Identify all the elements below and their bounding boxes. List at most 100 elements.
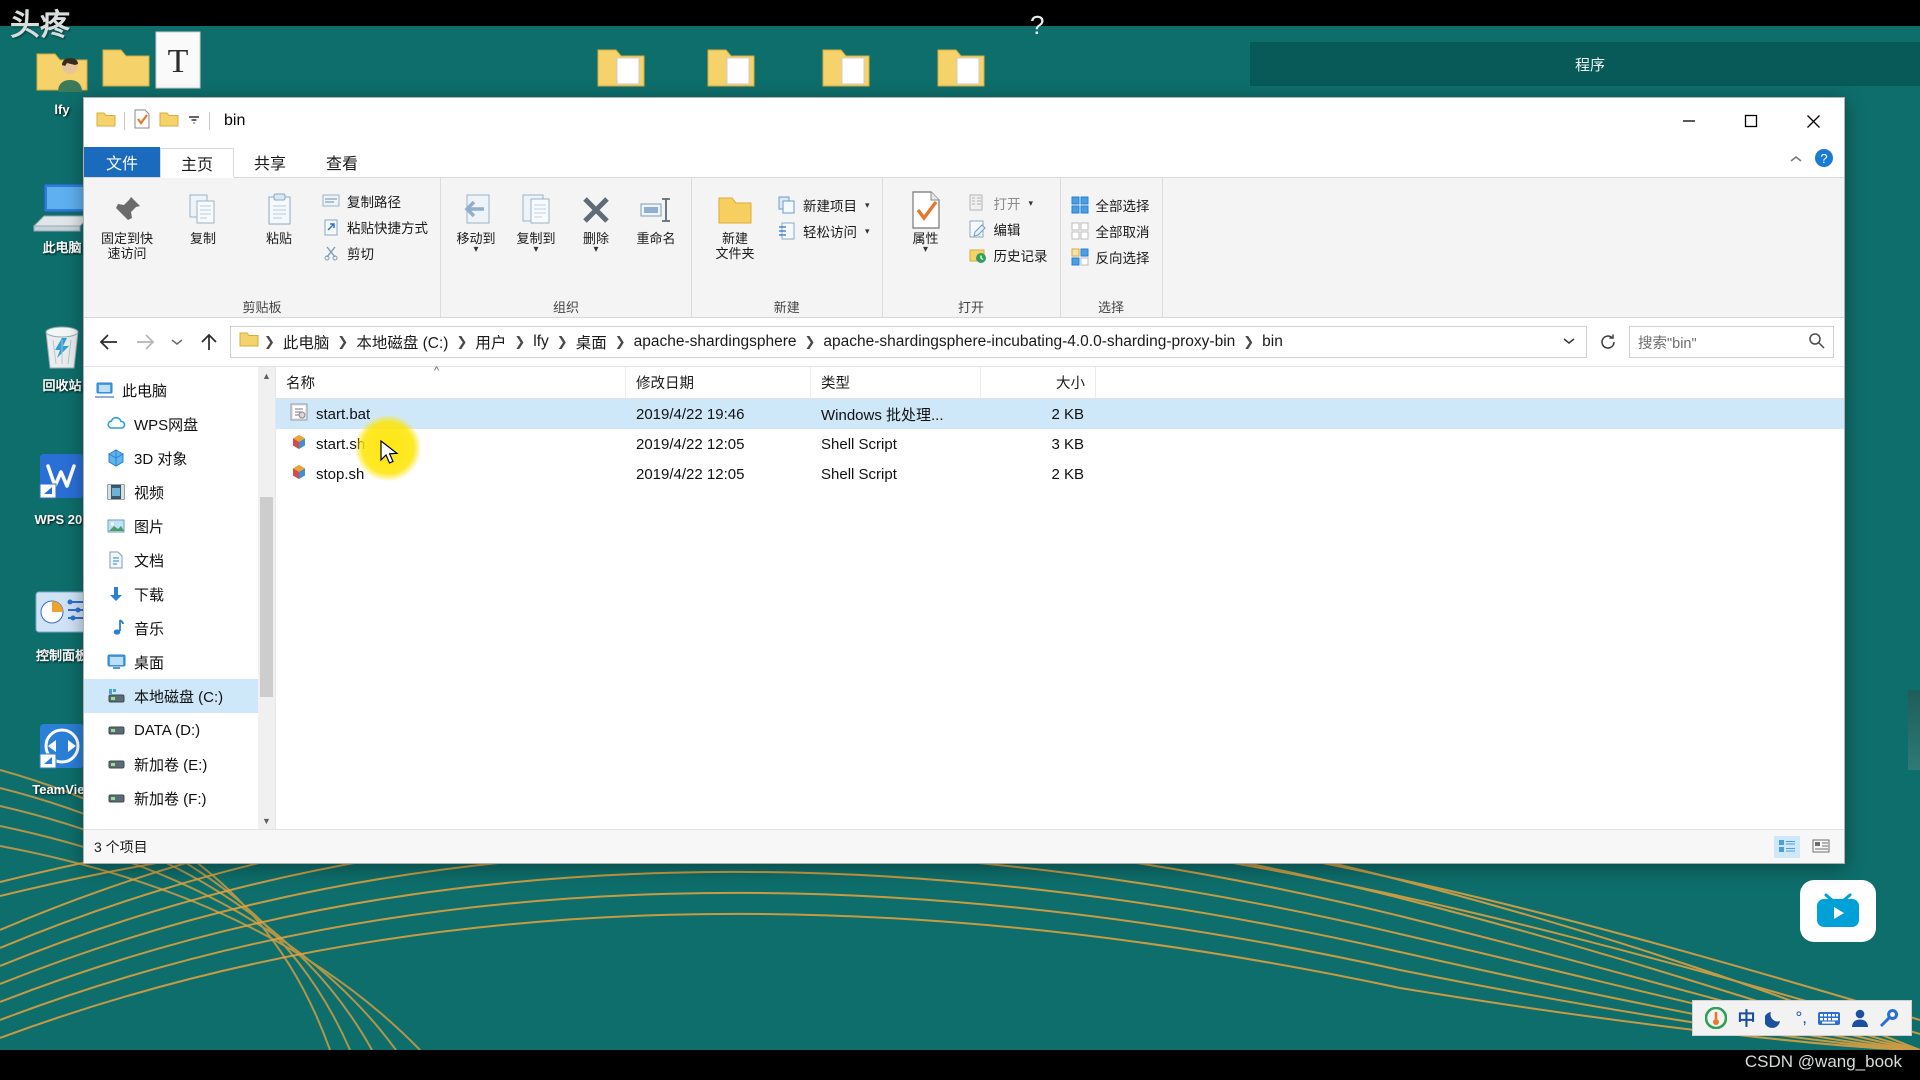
navpane-scrollbar[interactable]: ▲ ▼: [258, 367, 275, 829]
rename-button[interactable]: 重命名: [627, 186, 685, 251]
column-header-size[interactable]: 大小: [981, 367, 1096, 398]
invert-selection-button[interactable]: 反向选择: [1067, 244, 1156, 270]
sidebar-item-data-d[interactable]: DATA (D:): [84, 713, 275, 747]
column-header-type[interactable]: 类型: [811, 367, 981, 398]
paste-button[interactable]: 粘贴: [242, 186, 316, 251]
keyboard-icon[interactable]: [1817, 1010, 1841, 1027]
sidebar-item-3d-objects[interactable]: 3D 对象: [84, 441, 275, 475]
select-none-button[interactable]: 全部取消: [1067, 218, 1156, 244]
sidebar-item-downloads[interactable]: 下载: [84, 577, 275, 611]
chevron-down-icon[interactable]: ▾: [865, 226, 870, 237]
chevron-down-icon[interactable]: [187, 112, 201, 130]
tab-file[interactable]: 文件: [84, 147, 161, 177]
breadcrumb-item-local-disk[interactable]: 本地磁盘 (C:): [349, 331, 455, 353]
ubuntu-icon[interactable]: [1705, 1007, 1728, 1029]
details-view-button[interactable]: [1774, 835, 1800, 858]
large-icons-view-button[interactable]: [1808, 836, 1834, 858]
sidebar-item-documents[interactable]: 文档: [84, 543, 275, 577]
properties-button[interactable]: 属性 ▾: [889, 186, 963, 257]
forward-button[interactable]: [130, 327, 160, 357]
select-small-commands: 全部选择 全部取消 反向选择: [1067, 186, 1156, 270]
file-list-header: 名称 ^ 修改日期 类型 大小: [276, 365, 1844, 399]
wrench-icon[interactable]: [1879, 1008, 1899, 1028]
recent-locations-button[interactable]: [166, 327, 188, 357]
refresh-button[interactable]: [1593, 327, 1623, 357]
sidebar-item-pictures[interactable]: 图片: [84, 509, 275, 543]
new-item-button[interactable]: 新建项目 ▾: [774, 192, 876, 218]
breadcrumb-item-proxy-bin[interactable]: apache-shardingsphere-incubating-4.0.0-s…: [816, 333, 1242, 351]
search-input[interactable]: 搜索"bin": [1629, 326, 1834, 358]
properties-icon[interactable]: [133, 109, 151, 134]
breadcrumb-item-users[interactable]: 用户: [468, 331, 513, 353]
table-row[interactable]: stop.sh 2019/4/22 12:05 Shell Script 2 K…: [276, 459, 1844, 489]
program-panel[interactable]: 程序: [1250, 42, 1920, 86]
chevron-down-icon[interactable]: ▾: [473, 244, 478, 254]
chevron-down-icon[interactable]: ▾: [865, 200, 870, 211]
scroll-down-arrow[interactable]: ▼: [258, 812, 275, 829]
chevron-down-icon[interactable]: [1562, 333, 1576, 351]
breadcrumb-item-shardingsphere[interactable]: apache-shardingsphere: [627, 333, 804, 351]
paste-shortcut-button[interactable]: 粘贴快捷方式: [318, 214, 434, 240]
close-button[interactable]: [1782, 98, 1844, 144]
pin-to-quick-access-button[interactable]: 固定到快 速访问: [90, 186, 164, 266]
breadcrumb-item-desktop[interactable]: 桌面: [569, 331, 614, 353]
group-title-clipboard: 剪贴板: [242, 300, 282, 315]
tab-share[interactable]: 共享: [234, 147, 306, 177]
chevron-down-icon[interactable]: ▾: [593, 244, 598, 254]
scrollbar-thumb[interactable]: [260, 497, 273, 697]
chevron-up-icon[interactable]: [1788, 152, 1804, 170]
chevron-down-icon[interactable]: ▾: [923, 244, 928, 254]
history-button[interactable]: 历史记录: [965, 242, 1054, 268]
comma-icon[interactable]: °,: [1795, 1008, 1807, 1028]
ribbon-group-organize: 移动到 ▾ 复制到 ▾ 删除 ▾ 重命名 组织: [441, 178, 692, 317]
sidebar-item-this-pc[interactable]: 此电脑: [84, 373, 275, 407]
ime-chinese-icon[interactable]: 中: [1737, 1005, 1755, 1031]
maximize-button[interactable]: [1720, 98, 1782, 144]
ribbon-right-controls: ?: [1788, 148, 1834, 173]
sidebar-item-local-disk-c[interactable]: 本地磁盘 (C:): [84, 679, 275, 713]
folder-icon[interactable]: [96, 110, 116, 133]
moon-icon[interactable]: [1765, 1008, 1785, 1028]
new-folder-button[interactable]: 新建 文件夹: [698, 186, 772, 266]
sidebar-item-desktop[interactable]: 桌面: [84, 645, 275, 679]
sidebar-item-videos[interactable]: 视频: [84, 475, 275, 509]
breadcrumb[interactable]: ❯ 此电脑 ❯ 本地磁盘 (C:) ❯ 用户 ❯ lfy ❯ 桌面 ❯ apac…: [230, 326, 1587, 358]
cut-button[interactable]: 剪切: [318, 240, 434, 266]
file-name-cell: start.sh: [276, 433, 626, 455]
sidebar-item-volume-e[interactable]: 新加卷 (E:): [84, 747, 275, 781]
breadcrumb-item-bin[interactable]: bin: [1255, 333, 1290, 351]
new-folder-icon[interactable]: [159, 110, 179, 133]
help-icon[interactable]: ?: [1814, 148, 1834, 173]
tab-home[interactable]: 主页: [160, 148, 235, 178]
table-row[interactable]: start.bat 2019/4/22 19:46 Windows 批处理...…: [276, 399, 1844, 429]
copy-to-button[interactable]: 复制到 ▾: [507, 186, 565, 257]
back-button[interactable]: [94, 327, 124, 357]
ribbon-group-select: 全部选择 全部取消 反向选择 选择: [1061, 178, 1163, 317]
chevron-down-icon[interactable]: ▾: [533, 244, 538, 254]
sidebar-item-wps-cloud[interactable]: WPS网盘: [84, 407, 275, 441]
chevron-down-icon[interactable]: ▾: [1029, 198, 1034, 209]
breadcrumb-item-lfy[interactable]: lfy: [526, 333, 556, 351]
delete-button[interactable]: 删除 ▾: [567, 186, 625, 257]
breadcrumb-item-this-pc[interactable]: 此电脑: [276, 331, 337, 353]
top-folder-shortcut-4: [820, 40, 872, 97]
up-button[interactable]: [194, 327, 224, 357]
tab-view[interactable]: 查看: [306, 147, 378, 177]
copy-path-button[interactable]: 复制路径: [318, 188, 434, 214]
user-icon[interactable]: [1851, 1008, 1869, 1028]
easy-access-button[interactable]: 轻松访问 ▾: [774, 218, 876, 244]
move-to-button[interactable]: 移动到 ▾: [447, 186, 505, 257]
open-button[interactable]: 打开 ▾: [965, 190, 1054, 216]
bilibili-icon[interactable]: [1800, 880, 1876, 942]
copy-button[interactable]: 复制: [166, 186, 240, 251]
search-icon[interactable]: [1808, 332, 1825, 353]
minimize-button[interactable]: [1658, 98, 1720, 144]
scroll-up-arrow[interactable]: ▲: [258, 367, 275, 384]
sidebar-item-music[interactable]: 音乐: [84, 611, 275, 645]
select-all-button[interactable]: 全部选择: [1067, 192, 1156, 218]
column-header-date[interactable]: 修改日期: [626, 367, 811, 398]
table-row[interactable]: start.sh 2019/4/22 12:05 Shell Script 3 …: [276, 429, 1844, 459]
column-header-name[interactable]: 名称 ^: [276, 365, 626, 398]
sidebar-item-volume-f[interactable]: 新加卷 (F:): [84, 781, 275, 815]
edit-button[interactable]: 编辑: [965, 216, 1054, 242]
